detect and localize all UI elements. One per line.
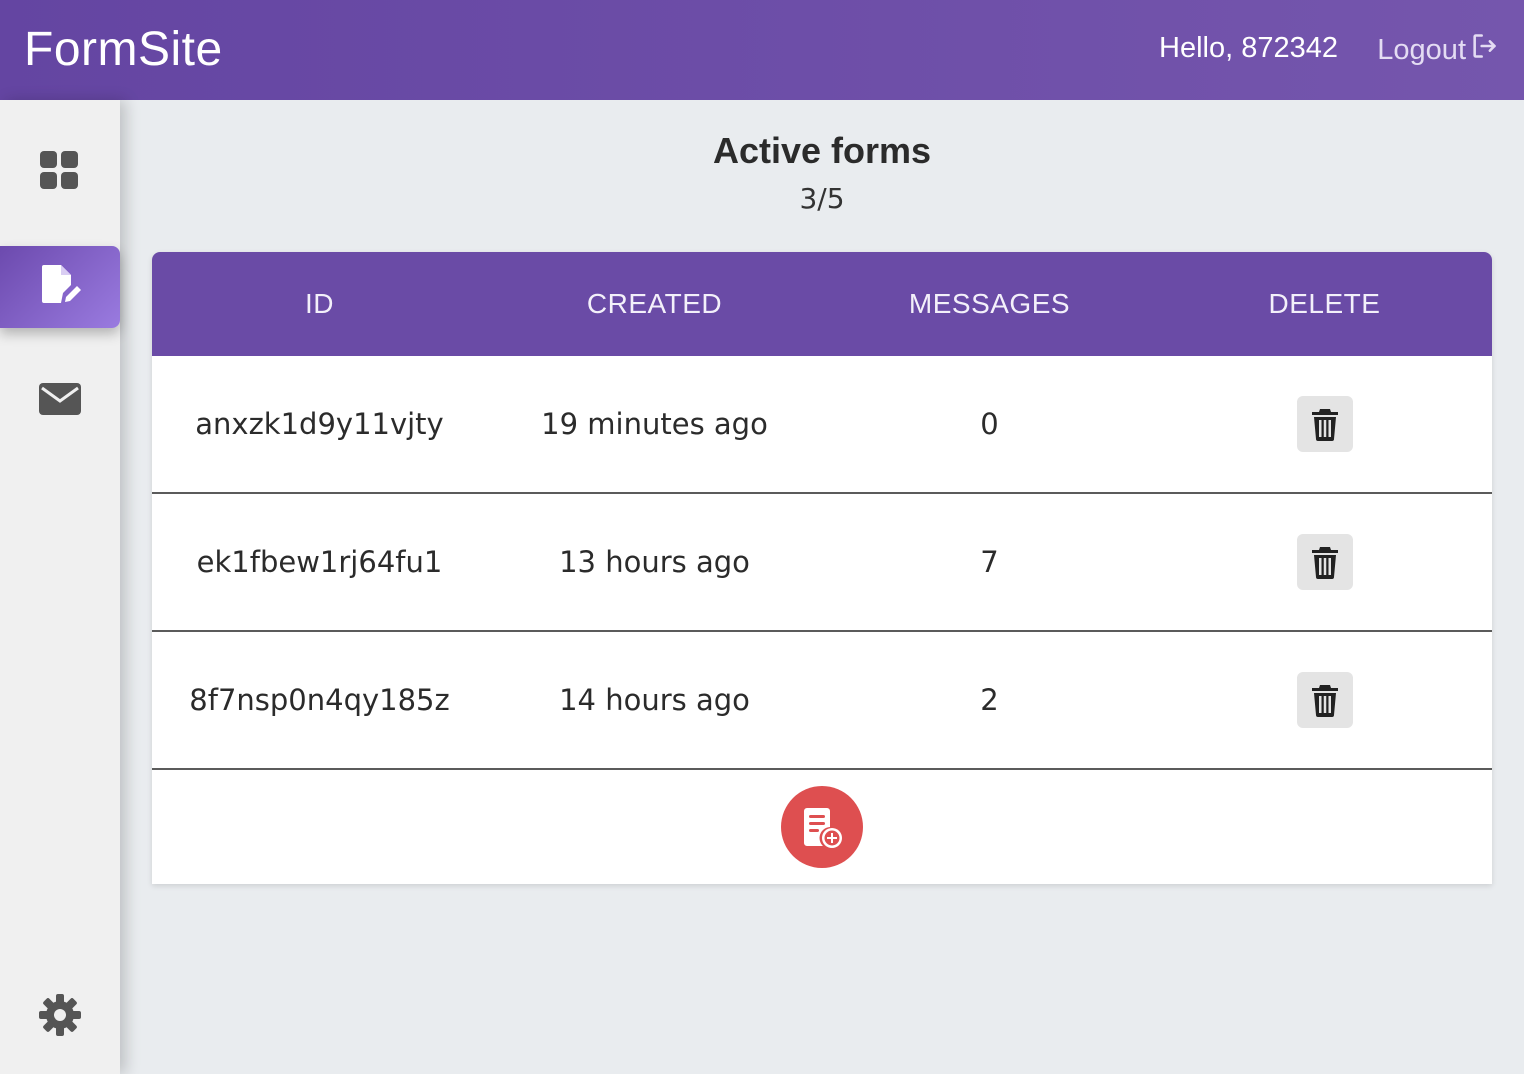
forms-table: ID CREATED MESSAGES DELETE anxzk1d9y11vj… bbox=[152, 252, 1492, 884]
gear-icon bbox=[38, 993, 82, 1041]
sidebar-item-dashboard[interactable] bbox=[0, 132, 120, 214]
add-document-icon bbox=[804, 808, 842, 848]
table-footer bbox=[152, 770, 1492, 884]
sidebar-item-settings[interactable] bbox=[0, 976, 120, 1058]
trash-icon bbox=[1311, 409, 1338, 441]
form-created: 14 hours ago bbox=[559, 683, 750, 717]
form-created: 13 hours ago bbox=[559, 545, 750, 579]
delete-button[interactable] bbox=[1296, 534, 1353, 590]
delete-cell bbox=[1157, 672, 1492, 728]
delete-cell bbox=[1157, 534, 1492, 590]
column-header-messages: MESSAGES bbox=[908, 288, 1071, 319]
delete-cell bbox=[1157, 396, 1492, 452]
sidebar-item-forms[interactable] bbox=[0, 246, 120, 328]
table-row: 8f7nsp0n4qy185z 14 hours ago 2 bbox=[152, 632, 1492, 770]
table-row: anxzk1d9y11vjty 19 minutes ago 0 bbox=[152, 356, 1492, 494]
form-id[interactable]: anxzk1d9y11vjty bbox=[152, 407, 487, 441]
logout-icon bbox=[1470, 32, 1498, 68]
table-row: ek1fbew1rj64fu1 13 hours ago 7 bbox=[152, 494, 1492, 632]
column-header-created: CREATED bbox=[586, 288, 723, 319]
edit-document-icon bbox=[38, 263, 82, 311]
logout-label: Logout bbox=[1377, 33, 1466, 66]
delete-button[interactable] bbox=[1296, 396, 1353, 452]
form-count: 3/5 bbox=[799, 182, 845, 215]
logout-button[interactable]: Logout bbox=[1377, 32, 1498, 68]
page-title: Active forms bbox=[712, 130, 932, 171]
form-messages: 7 bbox=[980, 545, 999, 579]
form-messages: 0 bbox=[980, 407, 999, 441]
column-header-delete: DELETE bbox=[1268, 288, 1381, 319]
main-content: Active forms 3/5 ID CREATED MESSAGES DEL… bbox=[120, 100, 1524, 1074]
form-id[interactable]: ek1fbew1rj64fu1 bbox=[152, 545, 487, 579]
form-id[interactable]: 8f7nsp0n4qy185z bbox=[152, 683, 487, 717]
form-messages: 2 bbox=[980, 683, 999, 717]
brand-logo[interactable]: FormSite bbox=[24, 22, 223, 77]
user-greeting: Hello, 872342 bbox=[1159, 32, 1338, 64]
top-bar: FormSite Hello, 872342 Logout bbox=[0, 0, 1524, 100]
delete-button[interactable] bbox=[1296, 672, 1353, 728]
sidebar bbox=[0, 100, 120, 1074]
trash-icon bbox=[1311, 685, 1338, 717]
sidebar-item-messages[interactable] bbox=[0, 360, 120, 442]
grid-icon bbox=[38, 149, 82, 197]
add-form-button[interactable] bbox=[781, 786, 863, 868]
form-created: 19 minutes ago bbox=[541, 407, 768, 441]
trash-icon bbox=[1311, 547, 1338, 579]
envelope-icon bbox=[38, 377, 82, 425]
column-header-id: ID bbox=[305, 288, 334, 319]
table-header: ID CREATED MESSAGES DELETE bbox=[152, 252, 1492, 356]
